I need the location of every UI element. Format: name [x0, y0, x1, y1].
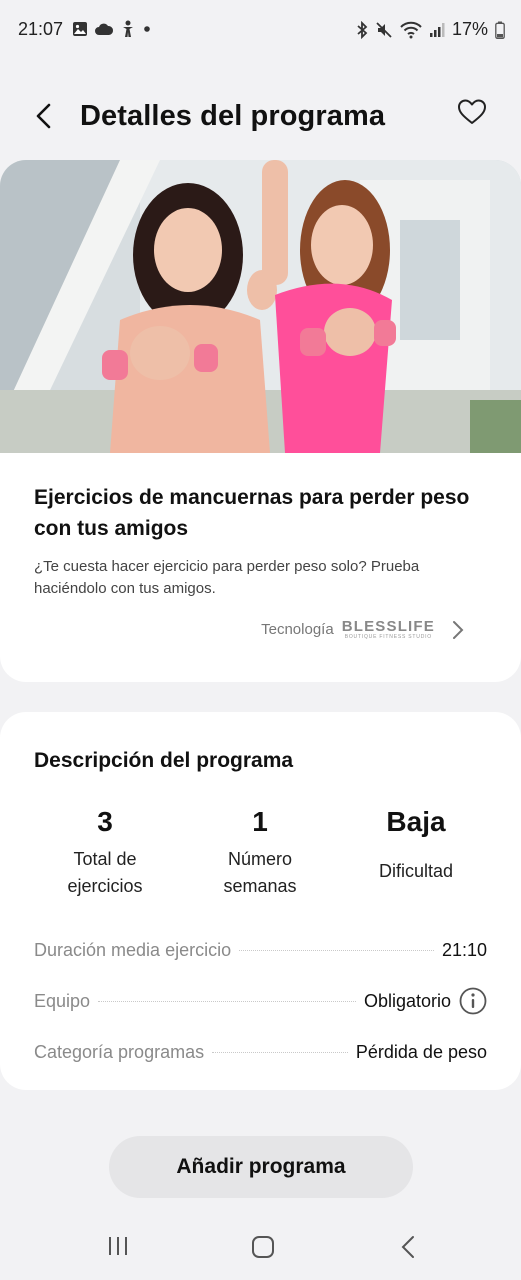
cloud-icon — [95, 23, 114, 35]
dotted-leader — [239, 949, 434, 951]
stat-value: Baja — [386, 806, 446, 837]
detail-key: Equipo — [34, 990, 91, 1011]
wifi-icon — [400, 21, 422, 38]
detail-value: 21:10 — [441, 939, 487, 960]
stat-weeks: 1 Número semanas — [175, 806, 345, 900]
chevron-right-icon[interactable] — [451, 620, 465, 640]
back-nav-icon[interactable] — [398, 1234, 418, 1260]
bluetooth-icon — [357, 20, 368, 39]
page-title: Detalles del programa — [80, 100, 386, 132]
dot-icon — [144, 26, 150, 32]
battery-icon — [495, 21, 505, 39]
detail-key: Categoría programas — [34, 1041, 205, 1062]
stat-label: Dificultad — [378, 861, 454, 881]
section-title: Descripción del programa — [34, 749, 294, 772]
signal-icon — [429, 22, 445, 37]
favorite-heart-icon[interactable] — [457, 98, 487, 126]
dotted-leader — [212, 1051, 348, 1053]
stat-value: 3 — [97, 806, 113, 837]
brand-logo: BLESSLIFE BOUTIQUE FITNESS STUDIO — [342, 618, 435, 640]
add-program-button[interactable]: Añadir programa — [109, 1136, 413, 1198]
brand-name: BLESSLIFE — [341, 618, 435, 635]
technology-provider[interactable]: Tecnología BLESSLIFE BOUTIQUE FITNESS ST… — [261, 618, 435, 640]
accessibility-icon — [123, 20, 133, 37]
technology-label: Tecnología — [261, 620, 334, 638]
stat-label: Número semanas — [223, 849, 297, 896]
program-card: Ejercicios de mancuernas para perder pes… — [0, 160, 521, 682]
status-left-icons — [72, 20, 152, 38]
mute-icon — [376, 21, 392, 38]
program-description-card: Descripción del programa 3 Total de ejer… — [0, 712, 521, 1090]
stat-total-exercises: 3 Total de ejercicios — [20, 806, 190, 900]
status-bar: 21:07 17% — [0, 0, 521, 60]
battery-percent: 17% — [451, 19, 488, 39]
detail-value-wrap: Obligatorio — [364, 987, 487, 1015]
dotted-leader — [98, 1000, 356, 1002]
info-icon[interactable] — [459, 987, 487, 1015]
detail-row-equipment: Equipo Obligatorio — [34, 986, 487, 1016]
top-app-bar: Detalles del programa — [0, 88, 521, 144]
status-right: 17% — [356, 19, 505, 40]
gallery-icon — [73, 22, 87, 36]
detail-key: Duración media ejercicio — [34, 939, 232, 960]
system-navigation-bar — [0, 1226, 521, 1270]
recent-apps-icon[interactable] — [106, 1234, 130, 1258]
back-arrow-icon[interactable] — [30, 102, 58, 130]
detail-value: Pérdida de peso — [355, 1041, 487, 1062]
stat-value: 1 — [252, 806, 268, 837]
brand-subtitle: BOUTIQUE FITNESS STUDIO — [344, 634, 432, 640]
program-title: Ejercicios de mancuernas para perder pes… — [34, 486, 470, 540]
program-description: ¿Te cuesta hacer ejercicio para perder p… — [34, 558, 420, 597]
stat-difficulty: Baja Dificultad — [331, 806, 501, 885]
status-time: 21:07 — [18, 19, 64, 39]
program-hero-image — [0, 160, 521, 453]
home-icon[interactable] — [250, 1234, 276, 1260]
detail-row-duration: Duración media ejercicio 21:10 — [34, 935, 487, 965]
detail-value: Obligatorio — [363, 990, 451, 1011]
detail-row-category: Categoría programas Pérdida de peso — [34, 1037, 487, 1067]
stat-label: Total de ejercicios — [67, 849, 143, 896]
